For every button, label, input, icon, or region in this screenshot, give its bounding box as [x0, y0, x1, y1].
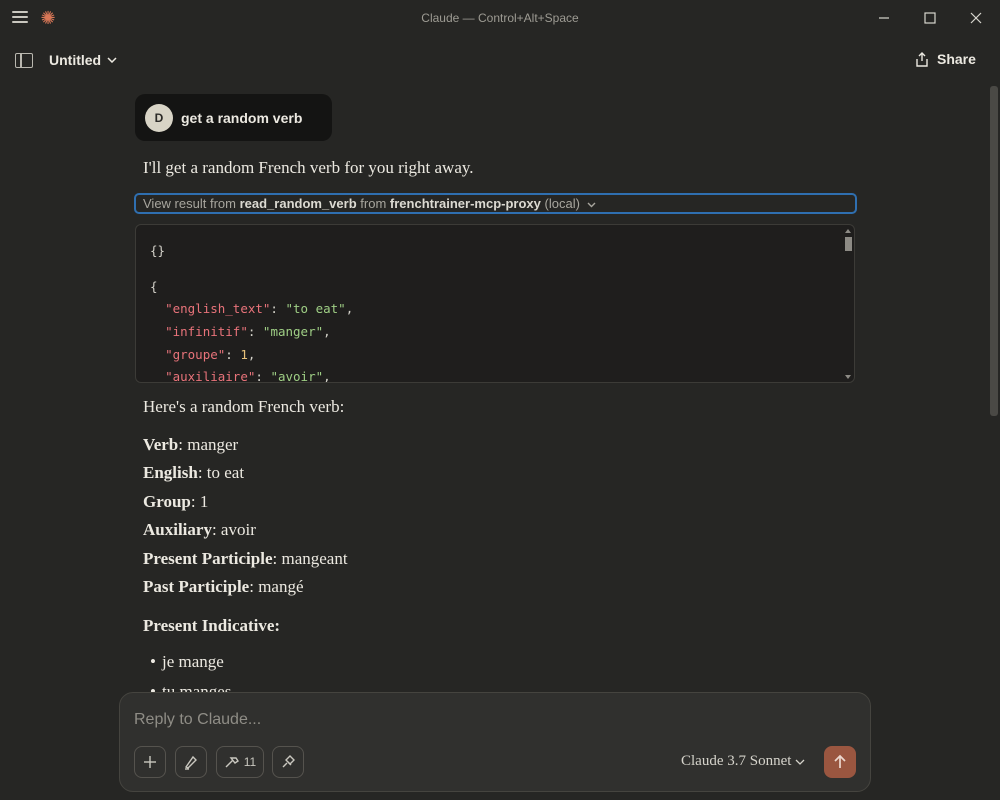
hammer-icon [225, 757, 239, 768]
style-button[interactable] [175, 746, 207, 778]
code-line: {} [150, 243, 166, 258]
share-button[interactable]: Share [915, 51, 976, 67]
scroll-up-icon[interactable] [845, 229, 851, 233]
detail-auxiliary: Auxiliary: avoir [143, 520, 256, 539]
chevron-down-icon [107, 57, 117, 63]
tool-name: read_random_verb [239, 196, 357, 211]
maximize-button[interactable] [907, 0, 953, 36]
tool-result-code: {} { "english_text": "to eat", "infiniti… [135, 224, 855, 383]
send-button[interactable] [824, 746, 856, 778]
scroll-down-icon[interactable] [845, 375, 851, 379]
conversation-title: Untitled [49, 52, 102, 68]
reply-input[interactable]: Reply to Claude... [134, 711, 261, 729]
code-line: "auxiliaire": "avoir", [165, 369, 331, 383]
share-label: Share [937, 51, 976, 67]
tool-server: frenchtrainer-mcp-proxy [389, 196, 541, 211]
avatar: D [145, 103, 173, 132]
minimize-button[interactable] [861, 0, 907, 36]
detail-english: English: to eat [143, 463, 245, 482]
arrow-up-icon [834, 754, 846, 768]
close-button[interactable] [953, 0, 999, 36]
detail-verb: Verb: manger [143, 435, 239, 454]
detail-group: Group: 1 [143, 492, 209, 511]
maximize-icon [924, 12, 936, 24]
assistant-intro: I'll get a random French verb for you ri… [143, 158, 474, 177]
model-name: Claude 3.7 Sonnet [681, 753, 792, 769]
tools-count: 11 [243, 755, 257, 769]
close-icon [970, 12, 982, 24]
add-attachment-button[interactable] [134, 746, 166, 778]
integrations-button[interactable] [272, 746, 304, 778]
sidebar-toggle-icon[interactable] [15, 53, 33, 68]
plug-icon [282, 755, 295, 768]
summary-intro: Here's a random French verb: [143, 397, 345, 416]
user-message-text: get a random verb [181, 109, 303, 126]
tool-result-toggle[interactable]: View result from read_random_verb from f… [134, 193, 857, 214]
minimize-icon [879, 17, 889, 19]
detail-past-participle: Past Participle: mangé [143, 577, 304, 596]
plus-icon [144, 756, 156, 768]
pen-nib-icon [184, 755, 197, 770]
detail-present-participle: Present Participle: mangeant [143, 549, 348, 568]
code-line: "infinitif": "manger", [165, 324, 331, 339]
code-scroll-thumb[interactable] [845, 237, 852, 251]
code-scrollbar[interactable] [843, 227, 853, 382]
model-selector[interactable]: Claude 3.7 Sonnet [681, 753, 805, 770]
tools-button[interactable]: 11 [216, 746, 264, 778]
list-item: je mange [150, 652, 224, 672]
message-composer: Reply to Claude... 11 Claude 3.7 Sonnet [119, 692, 871, 792]
code-line: "groupe": 1, [165, 347, 256, 362]
chat-header: Untitled Share [0, 36, 1000, 86]
chevron-down-icon [795, 759, 805, 765]
tool-scope: (local) [544, 196, 580, 211]
code-line: "english_text": "to eat", [165, 301, 354, 316]
user-message: D get a random verb [135, 94, 332, 141]
window-title: Claude — Control+Alt+Space [421, 11, 579, 25]
share-icon [916, 52, 928, 67]
section-title: Present Indicative: [143, 616, 281, 635]
conversation-title-dropdown[interactable]: Untitled [49, 52, 117, 68]
code-line: { [150, 279, 158, 294]
title-bar: ✺ Claude — Control+Alt+Space [0, 0, 1000, 36]
tool-prefix: View result from [143, 196, 236, 211]
page-scrollbar[interactable] [990, 86, 998, 416]
chevron-down-icon [587, 202, 596, 208]
tool-from: from [360, 196, 387, 211]
list-item: tu manges [150, 682, 231, 692]
